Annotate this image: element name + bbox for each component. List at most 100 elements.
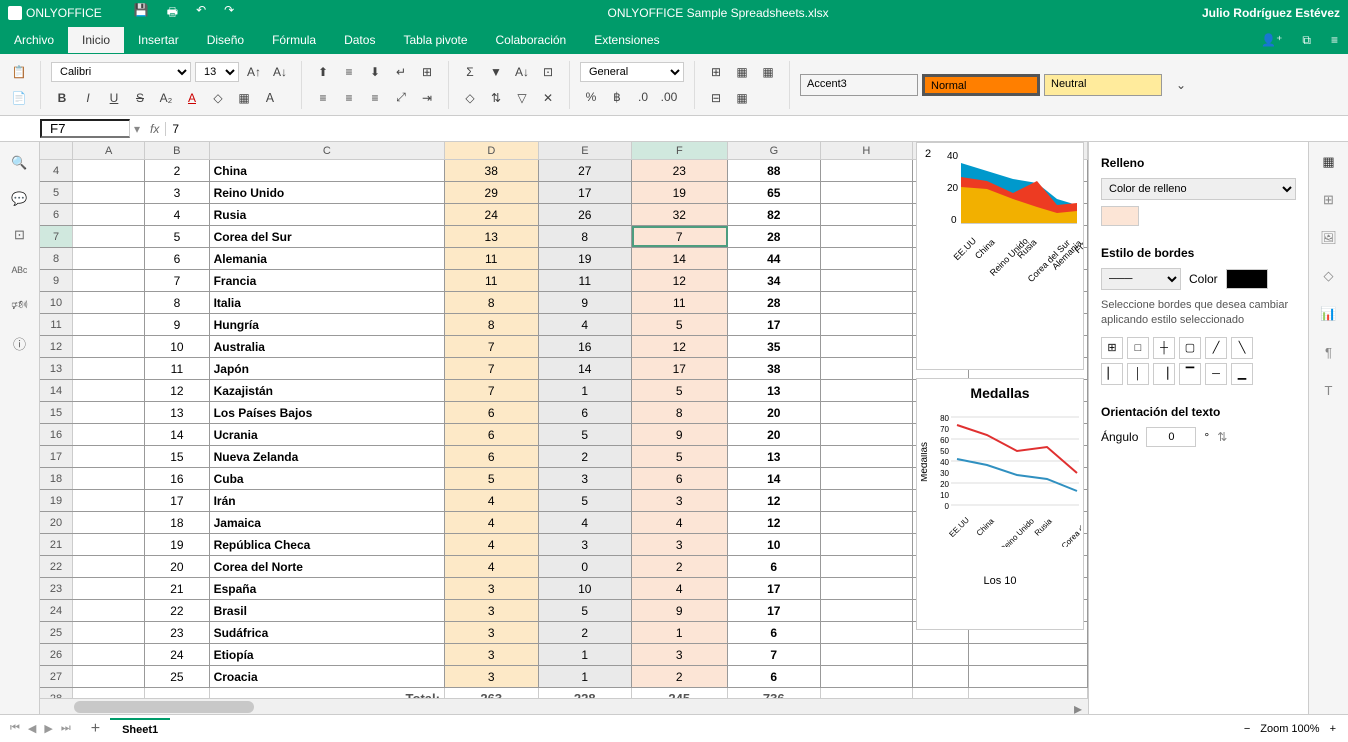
row-header[interactable]: 6 — [40, 204, 73, 225]
row-header[interactable]: 8 — [40, 248, 73, 269]
clear-icon[interactable]: ◇ — [459, 87, 481, 109]
text-art-icon[interactable]: T — [1319, 380, 1339, 400]
font-size-select[interactable]: 13 — [195, 62, 239, 82]
col-header[interactable]: F — [632, 142, 727, 159]
fill-type-select[interactable]: Color de relleno — [1101, 178, 1296, 200]
border-inside-icon[interactable]: ┼ — [1153, 337, 1175, 359]
conditional-icon[interactable]: ⊡ — [537, 61, 559, 83]
cell-style-icon[interactable]: ▦ — [731, 87, 753, 109]
fx-icon[interactable]: fx — [144, 122, 166, 136]
decrease-font-icon[interactable]: A↓ — [269, 61, 291, 83]
cell-reference-input[interactable] — [40, 119, 130, 138]
open-location-icon[interactable]: ⧉ — [1292, 33, 1321, 48]
border-none-icon[interactable]: □ — [1127, 337, 1149, 359]
row-header[interactable]: 20 — [40, 512, 73, 533]
prev-sheet-icon[interactable]: ◀ — [28, 722, 36, 735]
row-header[interactable]: 13 — [40, 358, 73, 379]
indent-icon[interactable]: ⇥ — [416, 87, 438, 109]
align-left-icon[interactable]: ≡ — [312, 87, 334, 109]
row-header[interactable]: 21 — [40, 534, 73, 555]
row-header[interactable]: 15 — [40, 402, 73, 423]
border-diag-down-icon[interactable]: ╲ — [1231, 337, 1253, 359]
expand-ref-icon[interactable]: ▾ — [130, 122, 144, 136]
style-accent3[interactable]: Accent3 — [800, 74, 918, 96]
col-header[interactable]: B — [145, 142, 209, 159]
first-sheet-icon[interactable]: ⏮ — [10, 722, 20, 735]
border-right-icon[interactable]: ▕ — [1153, 363, 1175, 385]
borders-button[interactable]: ▦ — [233, 87, 255, 109]
row-header[interactable]: 18 — [40, 468, 73, 489]
menu-tab-archivo[interactable]: Archivo — [0, 27, 68, 53]
angle-stepper-icon[interactable]: ⇅ — [1217, 430, 1227, 444]
align-center-icon[interactable]: ≡ — [338, 87, 360, 109]
row-header[interactable]: 5 — [40, 182, 73, 203]
angle-input[interactable] — [1146, 427, 1196, 447]
col-header[interactable]: A — [73, 142, 145, 159]
font-select[interactable]: Calibri — [51, 62, 191, 82]
decrease-decimal-icon[interactable]: .0 — [632, 86, 654, 108]
about-icon[interactable]: ⓘ — [11, 334, 29, 352]
row-header[interactable]: 25 — [40, 622, 73, 643]
row-header[interactable]: 24 — [40, 600, 73, 621]
comments-icon[interactable]: 💬 — [11, 190, 29, 208]
print-icon[interactable]: 🖶 — [167, 3, 178, 24]
last-sheet-icon[interactable]: ⏭ — [61, 722, 71, 735]
redo-icon[interactable]: ↷ — [224, 3, 234, 24]
sum-icon[interactable]: Σ — [459, 61, 481, 83]
border-style-select[interactable]: ─── — [1101, 268, 1181, 290]
menu-tab-tabla pivote[interactable]: Tabla pivote — [389, 27, 481, 53]
style-neutral[interactable]: Neutral — [1044, 74, 1162, 96]
cell-settings-icon[interactable]: ▦ — [1319, 152, 1339, 172]
row-header[interactable]: 7 — [40, 226, 73, 247]
next-sheet-icon[interactable]: ▶ — [44, 722, 52, 735]
border-outside-icon[interactable]: ▢ — [1179, 337, 1201, 359]
fill-color-swatch[interactable] — [1101, 206, 1139, 226]
undo-icon[interactable]: ↶ — [196, 3, 206, 24]
row-header[interactable]: 26 — [40, 644, 73, 665]
row-header[interactable]: 22 — [40, 556, 73, 577]
col-header[interactable]: H — [821, 142, 913, 159]
border-vert-icon[interactable]: │ — [1127, 363, 1149, 385]
row-header[interactable]: 9 — [40, 270, 73, 291]
chart-settings-icon[interactable]: 📊 — [1319, 304, 1339, 324]
row-header[interactable]: 27 — [40, 666, 73, 687]
col-header[interactable]: C — [210, 142, 446, 159]
format-table-icon[interactable]: ▦ — [757, 61, 779, 83]
sort-asc-icon[interactable]: A↓ — [511, 61, 533, 83]
remove-filter-icon[interactable]: ✕ — [537, 87, 559, 109]
align-middle-icon[interactable]: ≡ — [338, 61, 360, 83]
accounting-icon[interactable]: ฿ — [606, 86, 628, 108]
menu-tab-inicio[interactable]: Inicio — [68, 27, 124, 53]
border-diag-up-icon[interactable]: ╱ — [1205, 337, 1227, 359]
image-settings-icon[interactable]: 🖼 — [1319, 228, 1339, 248]
user-name[interactable]: Julio Rodríguez Estévez — [1202, 6, 1340, 20]
menu-tab-datos[interactable]: Datos — [330, 27, 389, 53]
insert-cell-icon[interactable]: ⊞ — [705, 61, 727, 83]
increase-decimal-icon[interactable]: .00 — [658, 86, 680, 108]
menu-tab-extensiones[interactable]: Extensiones — [580, 27, 673, 53]
share-icon[interactable]: 👤⁺ — [1251, 33, 1292, 47]
spreadsheet-grid[interactable]: A B C D E F G H I J 42China3827238853Rei… — [40, 142, 1088, 714]
italic-button[interactable]: I — [77, 87, 99, 109]
table-settings-icon[interactable]: ⊞ — [1319, 190, 1339, 210]
save-icon[interactable]: 💾 — [134, 3, 149, 24]
underline-button[interactable]: U — [103, 87, 125, 109]
row-header[interactable]: 10 — [40, 292, 73, 313]
border-all-icon[interactable]: ⊞ — [1101, 337, 1123, 359]
row-header[interactable]: 23 — [40, 578, 73, 599]
menu-tab-insertar[interactable]: Insertar — [124, 27, 193, 53]
styles-dropdown-icon[interactable]: ⌄ — [1166, 74, 1196, 96]
zoom-in-icon[interactable]: + — [1330, 723, 1336, 735]
row-header[interactable]: 11 — [40, 314, 73, 335]
row-header[interactable]: 4 — [40, 160, 73, 181]
align-right-icon[interactable]: ≡ — [364, 87, 386, 109]
border-color-swatch[interactable] — [1226, 269, 1268, 289]
table-row[interactable]: 2725Croacia3126 — [40, 666, 1088, 688]
bold-button[interactable]: B — [51, 87, 73, 109]
fill-down-icon[interactable]: ▼ — [485, 61, 507, 83]
delete-cell-icon[interactable]: ⊟ — [705, 87, 727, 109]
scroll-right-icon[interactable]: ▸ — [1070, 699, 1086, 714]
border-horiz-icon[interactable]: ─ — [1205, 363, 1227, 385]
percent-icon[interactable]: % — [580, 86, 602, 108]
area-chart[interactable]: 2 40 20 0 EE.UU China Reino Unido Rusia … — [916, 142, 1084, 370]
